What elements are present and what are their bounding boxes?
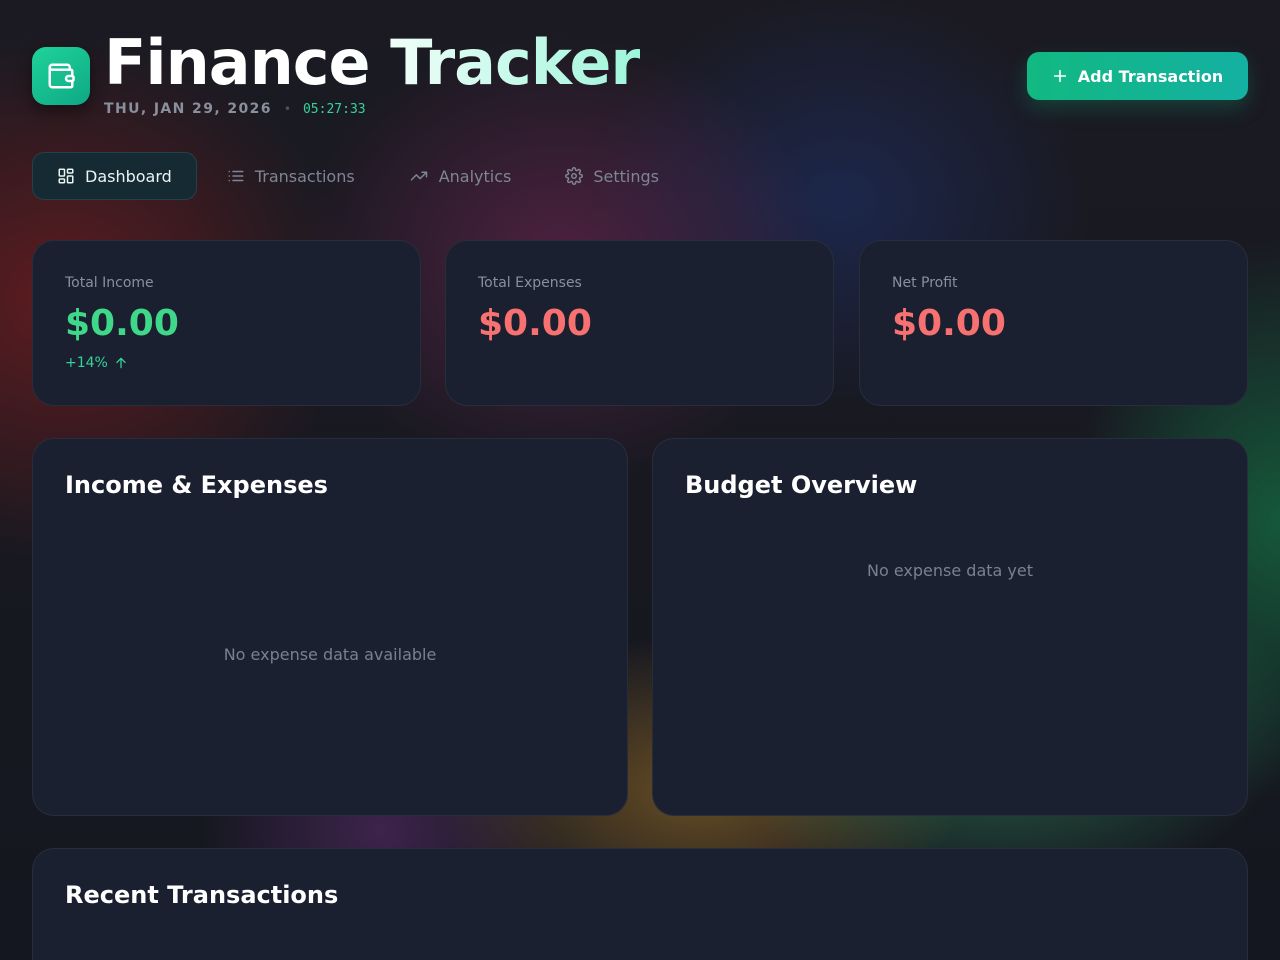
- panel-title: Income & Expenses: [65, 471, 328, 499]
- recent-transactions-panel: Recent Transactions: [32, 848, 1248, 960]
- stat-label: Total Expenses: [478, 275, 582, 291]
- plus-icon: [1053, 69, 1066, 83]
- wallet-icon: [32, 47, 90, 105]
- list-icon: [228, 170, 244, 182]
- date-time-line: THU, JAN 29, 2026 • 05:27:33: [104, 101, 366, 117]
- stat-value: $0.00: [65, 303, 179, 344]
- stat-card-total-expenses: Total Expenses $0.00: [445, 240, 834, 406]
- main-tabs: Dashboard Transactions Analytics Setting…: [32, 152, 689, 200]
- panel-title: Recent Transactions: [65, 881, 339, 909]
- stat-value: $0.00: [892, 303, 1006, 344]
- tab-label: Dashboard: [85, 166, 172, 186]
- tab-settings[interactable]: Settings: [541, 152, 683, 200]
- stat-value: $0.00: [478, 303, 592, 344]
- current-date: THU, JAN 29, 2026: [104, 101, 272, 117]
- budget-overview-panel: Budget Overview No expense data yet: [652, 438, 1248, 816]
- tab-label: Settings: [593, 166, 659, 186]
- empty-state-text: No expense data yet: [867, 561, 1033, 580]
- add-transaction-label: Add Transaction: [1077, 66, 1224, 86]
- tab-analytics[interactable]: Analytics: [385, 152, 536, 200]
- current-time: 05:27:33: [302, 101, 366, 117]
- stat-label: Total Income: [65, 275, 154, 291]
- empty-state-text: No expense data available: [223, 645, 437, 664]
- page-header: Finance Tracker THU, JAN 29, 2026 • 05:2…: [32, 30, 1248, 126]
- tab-label: Analytics: [438, 166, 512, 186]
- income-expenses-panel: Income & Expenses No expense data availa…: [32, 438, 628, 816]
- tab-transactions[interactable]: Transactions: [203, 152, 379, 200]
- tab-label: Transactions: [254, 166, 355, 186]
- trend-value: +14%: [65, 355, 108, 371]
- stat-label: Net Profit: [892, 275, 958, 291]
- grid-icon: [58, 168, 74, 184]
- separator-dot: •: [283, 102, 291, 116]
- panel-title: Budget Overview: [685, 471, 918, 499]
- stat-card-net-profit: Net Profit $0.00: [859, 240, 1248, 406]
- arrow-up-icon: [116, 357, 126, 369]
- stat-card-total-income: Total Income $0.00 +14%: [32, 240, 421, 406]
- trending-up-icon: [410, 171, 427, 181]
- gear-icon: [565, 167, 584, 185]
- stat-trend: +14%: [65, 355, 128, 371]
- add-transaction-button[interactable]: Add Transaction: [1027, 52, 1248, 100]
- tab-dashboard[interactable]: Dashboard: [32, 152, 197, 200]
- page-title: Finance Tracker: [104, 26, 641, 99]
